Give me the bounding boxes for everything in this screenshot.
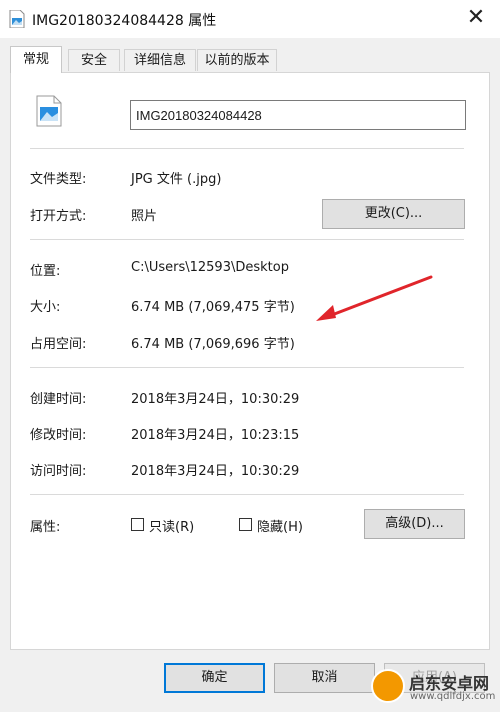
file-type-value: JPG 文件 (.jpg) (131, 172, 222, 187)
modified-label: 修改时间: (30, 428, 87, 443)
open-with-value: 照片 (131, 209, 158, 224)
close-icon[interactable]: ✕ (458, 3, 494, 33)
window-title: IMG20180324084428 属性 (32, 13, 217, 29)
modified-value: 2018年3月24日，10:23:15 (131, 428, 300, 443)
general-panel (10, 72, 490, 650)
location-value: C:\Users\12593\Desktop (131, 260, 289, 275)
tab-security[interactable]: 安全 (68, 49, 120, 71)
tab-previous-versions[interactable]: 以前的版本 (197, 49, 277, 71)
separator (30, 148, 464, 149)
separator (30, 367, 464, 368)
image-file-icon (36, 95, 62, 127)
readonly-checkbox[interactable] (131, 518, 144, 531)
size-on-disk-label: 占用空间: (30, 337, 87, 352)
advanced-button[interactable]: 高级(D)... (364, 509, 465, 539)
annotation-arrow (316, 275, 433, 321)
title-bar: IMG20180324084428 属性 ✕ (0, 0, 500, 38)
accessed-value: 2018年3月24日，10:30:29 (131, 464, 300, 479)
file-type-label: 文件类型: (30, 172, 87, 187)
location-label: 位置: (30, 264, 61, 279)
cancel-button[interactable]: 取消 (274, 663, 375, 693)
size-label: 大小: (30, 300, 61, 315)
watermark-url: www.qdlfdjx.com (410, 691, 496, 702)
watermark-logo-icon (371, 669, 405, 703)
readonly-checkbox-label[interactable]: 只读(R) (149, 516, 194, 535)
created-value: 2018年3月24日，10:30:29 (131, 392, 300, 407)
accessed-label: 访问时间: (30, 464, 87, 479)
image-file-icon (9, 10, 25, 28)
hidden-checkbox-label[interactable]: 隐藏(H) (257, 516, 303, 535)
separator (30, 239, 464, 240)
attributes-label: 属性: (30, 520, 61, 535)
tab-general[interactable]: 常规 (10, 46, 62, 73)
change-button[interactable]: 更改(C)... (322, 199, 465, 229)
size-on-disk-value: 6.74 MB (7,069,696 字节) (131, 337, 295, 352)
watermark: 启东安卓网 www.qdlfdjx.com (365, 667, 500, 712)
hidden-checkbox[interactable] (239, 518, 252, 531)
tab-details[interactable]: 详细信息 (124, 49, 196, 71)
separator (30, 494, 464, 495)
created-label: 创建时间: (30, 392, 87, 407)
ok-button[interactable]: 确定 (164, 663, 265, 693)
open-with-label: 打开方式: (30, 209, 87, 224)
size-value: 6.74 MB (7,069,475 字节) (131, 300, 295, 315)
file-name-field[interactable] (130, 100, 466, 130)
